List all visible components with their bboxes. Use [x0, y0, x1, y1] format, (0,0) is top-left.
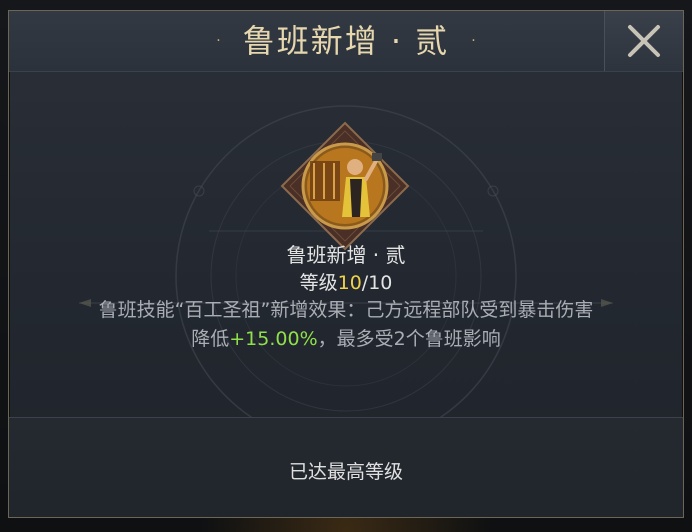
description-line-2-suffix: ，最多受2个鲁班影响 [317, 328, 501, 350]
level-max: 10 [368, 272, 393, 294]
close-button[interactable] [604, 11, 683, 71]
description-highlight-value: +15.00% [229, 328, 318, 350]
skill-dialog: · 鲁班新增 · 贰 · 鲁班新增 · 贰 等级10/10 鲁班技能“百工圣祖”… [8, 10, 684, 518]
dialog-header: · 鲁班新增 · 贰 · [9, 11, 683, 72]
level-current: 10 [337, 272, 362, 294]
close-x-icon [628, 25, 660, 57]
skill-icon [280, 121, 410, 251]
title-dot-left: · [216, 33, 221, 49]
description-line-2: 降低+15.00%，最多受2个鲁班影响 [29, 325, 663, 354]
title-dot-right: · [471, 33, 476, 49]
skill-description: 鲁班技能“百工圣祖”新增效果：己方远程部队受到暴击伤害 降低+15.00%，最多… [29, 296, 663, 354]
description-line-1: 鲁班技能“百工圣祖”新增效果：己方远程部队受到暴击伤害 [98, 299, 594, 321]
title-bar: · 鲁班新增 · 贰 · [9, 11, 683, 71]
skill-level: 等级10/10 [9, 268, 683, 295]
skill-name: 鲁班新增 · 贰 [286, 243, 406, 267]
dialog-footer: 已达最高等级 [9, 417, 683, 517]
level-prefix: 等级 [299, 272, 338, 294]
max-level-status: 已达最高等级 [288, 461, 403, 483]
dialog-title: 鲁班新增 · 贰 [242, 22, 450, 60]
skill-detail-area: 鲁班新增 · 贰 等级10/10 鲁班技能“百工圣祖”新增效果：己方远程部队受到… [9, 71, 683, 417]
description-line-2-prefix: 降低 [191, 328, 230, 350]
